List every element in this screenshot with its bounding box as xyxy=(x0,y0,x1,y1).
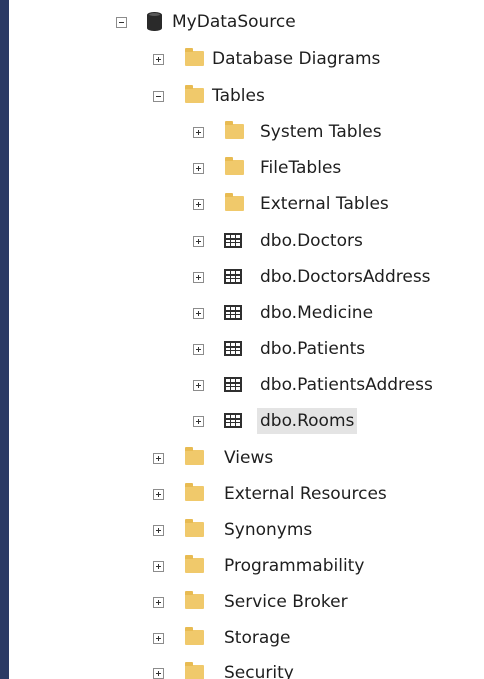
tree-node-label: Service Broker xyxy=(224,592,348,612)
expand-toggle-icon[interactable] xyxy=(153,453,164,464)
tree-node-database-diagrams[interactable]: Database Diagrams xyxy=(0,41,484,77)
folder-icon xyxy=(224,121,246,142)
table-icon xyxy=(222,375,244,395)
expand-toggle-icon[interactable] xyxy=(193,380,204,391)
expand-toggle-icon[interactable] xyxy=(153,54,164,65)
expand-toggle-icon[interactable] xyxy=(153,489,164,500)
table-icon xyxy=(222,411,244,431)
tree-node-storage[interactable]: Storage xyxy=(0,620,484,656)
tree-node-external-tables[interactable]: External Tables xyxy=(0,186,484,222)
tree-node-system-tables[interactable]: System Tables xyxy=(0,114,484,150)
tree-node-dbo-patientsaddress[interactable]: dbo.PatientsAddress xyxy=(0,367,484,403)
expand-toggle-icon[interactable] xyxy=(193,308,204,319)
folder-icon xyxy=(184,85,206,106)
tree-node-label: MyDataSource xyxy=(172,12,296,32)
expand-toggle-icon[interactable] xyxy=(193,163,204,174)
tree-node-tables[interactable]: Tables xyxy=(0,78,484,114)
tree-node-label: dbo.Patients xyxy=(260,339,366,359)
folder-icon xyxy=(184,48,206,69)
folder-icon xyxy=(184,555,206,576)
tree-node-label: External Resources xyxy=(224,484,387,504)
tree-node-label-selected: dbo.Rooms xyxy=(257,408,358,434)
folder-icon xyxy=(184,627,206,648)
tree-node-dbo-patients[interactable]: dbo.Patients xyxy=(0,331,484,367)
table-icon xyxy=(222,231,244,251)
tree-node-label: System Tables xyxy=(260,122,382,142)
tree-node-external-resources[interactable]: External Resources xyxy=(0,476,484,512)
expand-toggle-icon[interactable] xyxy=(193,416,204,427)
tree-node-filetables[interactable]: FileTables xyxy=(0,150,484,186)
object-explorer-tree: MyDataSource Database Diagrams Tables Sy… xyxy=(0,0,484,679)
collapse-toggle-icon[interactable] xyxy=(153,91,164,102)
tree-node-security[interactable]: Security xyxy=(0,655,484,679)
expand-toggle-icon[interactable] xyxy=(193,272,204,283)
folder-icon xyxy=(184,483,206,504)
collapse-toggle-icon[interactable] xyxy=(116,17,127,28)
expand-toggle-icon[interactable] xyxy=(153,633,164,644)
expand-toggle-icon[interactable] xyxy=(153,525,164,536)
tree-node-label: Storage xyxy=(224,628,291,648)
folder-icon xyxy=(224,193,246,214)
tree-node-label: Programmability xyxy=(224,556,365,576)
tree-node-dbo-medicine[interactable]: dbo.Medicine xyxy=(0,295,484,331)
table-icon xyxy=(222,303,244,323)
tree-node-label: Views xyxy=(224,448,274,468)
tree-node-label: Synonyms xyxy=(224,520,313,540)
expand-toggle-icon[interactable] xyxy=(193,236,204,247)
tree-node-label: FileTables xyxy=(260,158,342,178)
tree-node-label: Security xyxy=(224,663,294,679)
expand-toggle-icon[interactable] xyxy=(193,127,204,138)
expand-toggle-icon[interactable] xyxy=(153,561,164,572)
tree-node-label: Tables xyxy=(212,86,265,106)
tree-node-views[interactable]: Views xyxy=(0,440,484,476)
folder-icon xyxy=(184,447,206,468)
tree-node-mydatasource[interactable]: MyDataSource xyxy=(0,4,484,40)
tree-node-label: dbo.Medicine xyxy=(260,303,374,323)
tree-node-label: dbo.PatientsAddress xyxy=(260,375,433,395)
tree-node-label: dbo.DoctorsAddress xyxy=(260,267,431,287)
folder-icon xyxy=(184,519,206,540)
expand-toggle-icon[interactable] xyxy=(193,344,204,355)
database-icon xyxy=(144,12,166,32)
expand-toggle-icon[interactable] xyxy=(153,597,164,608)
tree-node-label: External Tables xyxy=(260,194,389,214)
tree-node-service-broker[interactable]: Service Broker xyxy=(0,584,484,620)
tree-node-dbo-doctors[interactable]: dbo.Doctors xyxy=(0,223,484,259)
expand-toggle-icon[interactable] xyxy=(193,199,204,210)
tree-node-dbo-doctorsaddress[interactable]: dbo.DoctorsAddress xyxy=(0,259,484,295)
tree-node-label: dbo.Doctors xyxy=(260,231,363,251)
tree-node-label: Database Diagrams xyxy=(212,49,381,69)
folder-icon xyxy=(184,662,206,679)
table-icon xyxy=(222,339,244,359)
tree-node-synonyms[interactable]: Synonyms xyxy=(0,512,484,548)
folder-icon xyxy=(224,157,246,178)
tree-node-dbo-rooms[interactable]: dbo.Rooms xyxy=(0,403,484,439)
tree-node-programmability[interactable]: Programmability xyxy=(0,548,484,584)
table-icon xyxy=(222,267,244,287)
folder-icon xyxy=(184,591,206,612)
expand-toggle-icon[interactable] xyxy=(153,668,164,679)
